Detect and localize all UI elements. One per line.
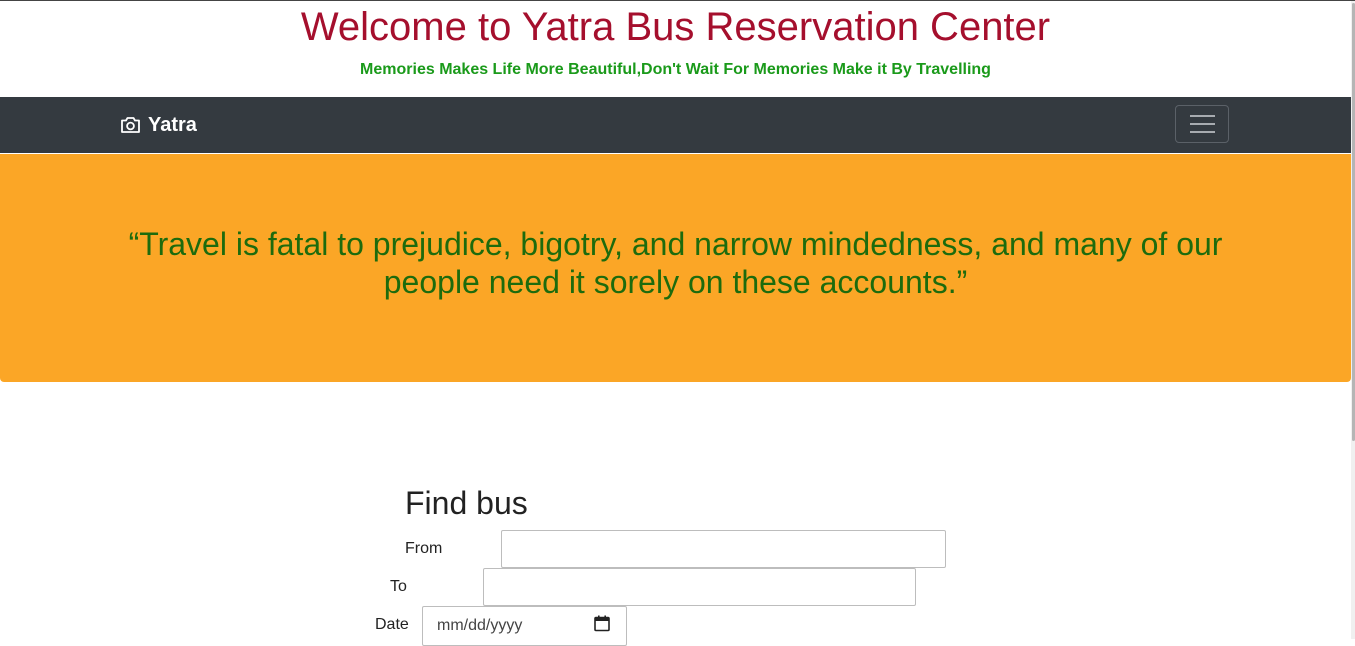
navbar-brand[interactable]: Yatra	[120, 113, 197, 137]
hamburger-menu-icon[interactable]	[1175, 105, 1229, 143]
page-tagline: Memories Makes Life More Beautiful,Don't…	[360, 61, 991, 78]
from-label: From	[405, 540, 443, 557]
to-input[interactable]	[484, 569, 915, 605]
quote-banner: “Travel is fatal to prejudice, bigotry, …	[0, 154, 1351, 382]
navbar-brand-label: Yatra	[148, 113, 197, 136]
from-input[interactable]	[502, 531, 945, 567]
date-input[interactable]: mm/dd/yyyy	[422, 606, 627, 646]
to-label: To	[390, 578, 407, 595]
from-field-wrapper	[501, 530, 946, 568]
page-title: Welcome to Yatra Bus Reservation Center	[300, 5, 1051, 49]
calendar-icon[interactable]	[594, 615, 610, 637]
date-label: Date	[375, 616, 409, 633]
travel-quote: “Travel is fatal to prejudice, bigotry, …	[128, 226, 1223, 300]
date-placeholder: mm/dd/yyyy	[437, 617, 523, 634]
to-field-wrapper	[483, 568, 916, 606]
find-bus-title: Find bus	[405, 485, 528, 521]
page-scrollbar[interactable]	[1351, 1, 1355, 639]
camera-icon	[120, 116, 141, 134]
top-navbar: Yatra	[0, 97, 1351, 153]
